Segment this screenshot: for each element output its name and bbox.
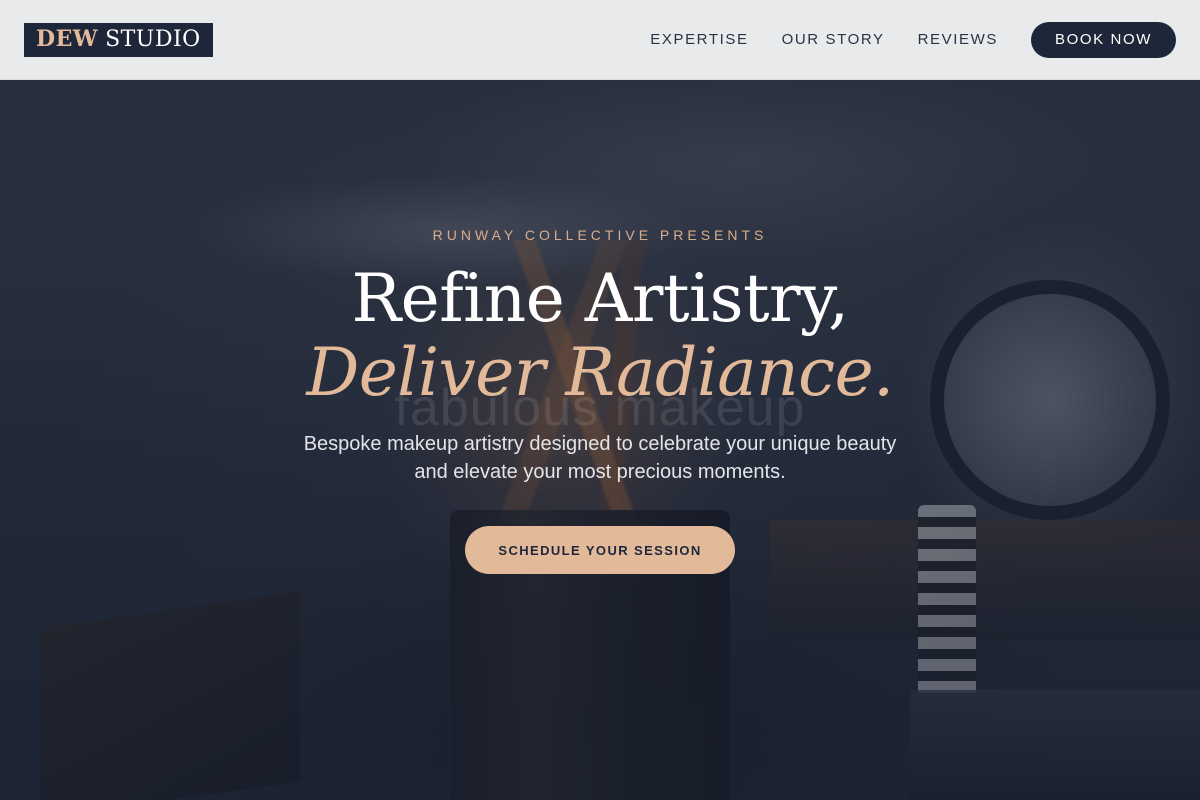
nav-link-expertise[interactable]: EXPERTISE xyxy=(650,31,748,48)
hero-eyebrow: RUNWAY COLLECTIVE PRESENTS xyxy=(432,227,768,243)
hero-section: RUNWAY COLLECTIVE PRESENTS fabulous make… xyxy=(0,0,1200,800)
site-header: DEW STUDIO EXPERTISE OUR STORY REVIEWS B… xyxy=(0,0,1200,80)
logo-main-word: STUDIO xyxy=(105,26,201,52)
main-navigation: EXPERTISE OUR STORY REVIEWS BOOK NOW xyxy=(650,21,1176,58)
brand-logo[interactable]: DEW STUDIO xyxy=(24,22,213,57)
hero-headline: Refine Artistry, Deliver Radiance. xyxy=(0,262,1200,410)
nav-link-our-story[interactable]: OUR STORY xyxy=(782,31,885,48)
book-now-button[interactable]: BOOK NOW xyxy=(1031,21,1176,58)
logo-accent-word: DEW xyxy=(36,26,99,52)
schedule-session-button[interactable]: SCHEDULE YOUR SESSION xyxy=(465,526,735,574)
headline-line-1: Refine Artistry, xyxy=(351,260,849,337)
hero-subtitle: Bespoke makeup artistry designed to cele… xyxy=(303,433,897,483)
headline-line-2: Deliver Radiance. xyxy=(306,334,894,411)
nav-link-reviews[interactable]: REVIEWS xyxy=(918,31,998,48)
